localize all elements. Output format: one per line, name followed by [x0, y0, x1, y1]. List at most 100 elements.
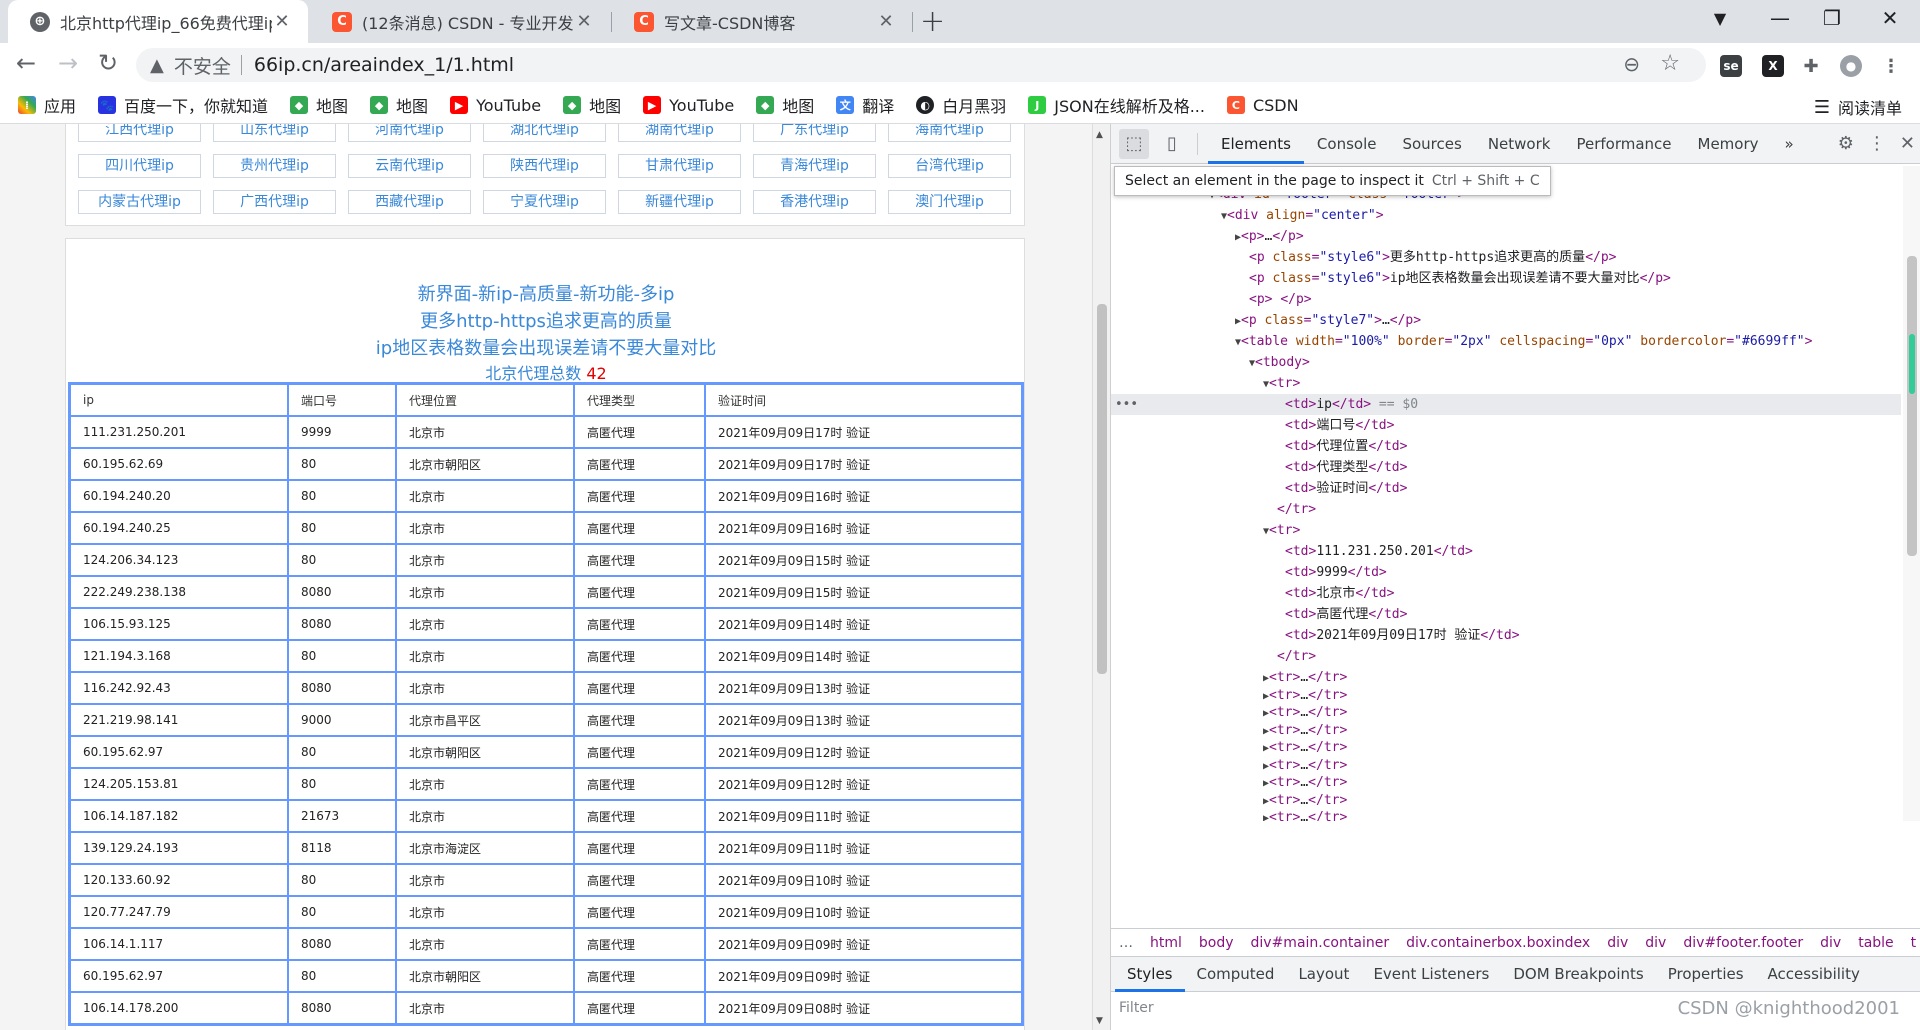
scrollbar-thumb[interactable]	[1907, 256, 1917, 556]
subtab-computed[interactable]: Computed	[1185, 956, 1287, 992]
dom-node[interactable]: ▼<div align="center">	[1111, 205, 1901, 226]
address-bar[interactable]: ▲ 不安全 66ip.cn/areaindex_1/1.html ⊖ ☆	[136, 48, 1706, 82]
scroll-up-icon[interactable]: ▲	[1096, 130, 1103, 140]
scroll-down-icon[interactable]: ▼	[1096, 1016, 1103, 1026]
dom-node[interactable]: <td>验证时间</td>	[1111, 478, 1901, 499]
dom-node[interactable]: <p class="style6">更多http-https追求更高的质量</p…	[1111, 247, 1901, 268]
tab-csdn-write[interactable]: C 写文章-CSDN博客 ✕	[612, 0, 912, 43]
area-link[interactable]: 河南代理ip	[348, 124, 471, 142]
breadcrumb-item[interactable]: html	[1150, 935, 1182, 951]
bookmark-star-icon[interactable]: ☆	[1660, 51, 1680, 76]
dom-node[interactable]: <td>北京市</td>	[1111, 583, 1901, 604]
dom-tree[interactable]: ▼<div id="footer" class="footer"> ▼<div …	[1111, 166, 1901, 821]
subtab-styles[interactable]: Styles	[1115, 956, 1185, 992]
area-link[interactable]: 甘肃代理ip	[618, 154, 741, 178]
area-link[interactable]: 台湾代理ip	[888, 154, 1011, 178]
dom-node[interactable]: <td>111.231.250.201</td>	[1111, 541, 1901, 562]
gear-icon[interactable]: ⚙	[1838, 133, 1854, 154]
area-link[interactable]: 香港代理ip	[753, 190, 876, 214]
dom-node-selected[interactable]: ••• <td>ip</td> == $0	[1111, 394, 1901, 415]
breadcrumb-item[interactable]: div	[1607, 935, 1628, 951]
tab-memory[interactable]: Memory	[1685, 124, 1772, 164]
warning-icon[interactable]: ▲	[150, 55, 164, 76]
dom-node[interactable]: <td>代理类型</td>	[1111, 457, 1901, 478]
area-link[interactable]: 广西代理ip	[213, 190, 336, 214]
dom-node[interactable]: <p class="style6">ip地区表格数量会出现误差请不要大量对比</…	[1111, 268, 1901, 289]
dom-scrollbar[interactable]	[1903, 166, 1920, 821]
breadcrumb-item[interactable]: div#main.container	[1251, 935, 1390, 951]
dom-node[interactable]: <td>端口号</td>	[1111, 415, 1901, 436]
close-icon[interactable]: ✕	[272, 11, 292, 32]
new-tab-button[interactable]: +	[920, 4, 945, 39]
area-link[interactable]: 湖北代理ip	[483, 124, 606, 142]
bookmark-apps[interactable]: ⁞ 应用	[18, 93, 76, 117]
dom-node[interactable]: </tr>	[1111, 499, 1901, 520]
extension-icon[interactable]: se	[1720, 55, 1742, 77]
reading-list-button[interactable]: ☰ 阅读清单	[1814, 95, 1902, 119]
scrollbar-thumb[interactable]	[1097, 304, 1107, 674]
bookmark-csdn[interactable]: C CSDN	[1226, 96, 1299, 115]
dom-node[interactable]: ▼<table width="100%" border="2px" cellsp…	[1111, 331, 1901, 352]
close-icon[interactable]: ✕	[574, 11, 594, 32]
area-link[interactable]: 贵州代理ip	[213, 154, 336, 178]
dom-node[interactable]: ▼<tr>	[1111, 520, 1901, 541]
bookmark-baiyueheiyu[interactable]: ◐ 白月黑羽	[916, 93, 1006, 117]
tab-sources[interactable]: Sources	[1389, 124, 1474, 164]
close-icon[interactable]: ✕	[1900, 133, 1915, 154]
area-link[interactable]: 山东代理ip	[213, 124, 336, 142]
bookmark-maps[interactable]: ◆ 地图	[756, 93, 814, 117]
dom-node-collapsed[interactable]: ▶<tr>…</tr>	[1111, 807, 1901, 821]
puzzle-icon[interactable]: ✚	[1800, 55, 1822, 77]
tab-search-icon[interactable]: ▼	[1700, 9, 1740, 28]
page-scrollbar[interactable]: ▲ ▼	[1092, 124, 1110, 1030]
back-button[interactable]: ←	[8, 49, 44, 77]
breadcrumb-item[interactable]: …	[1119, 935, 1133, 951]
breadcrumb-item[interactable]: table	[1858, 935, 1893, 951]
bookmark-maps[interactable]: ◆ 地图	[290, 93, 348, 117]
close-icon[interactable]: ✕	[876, 11, 896, 32]
area-link[interactable]: 宁夏代理ip	[483, 190, 606, 214]
breadcrumb-item[interactable]: div	[1645, 935, 1666, 951]
dom-node[interactable]: ▶<p>…</p>	[1111, 226, 1901, 247]
dom-node[interactable]: ▼<tr>	[1111, 373, 1901, 394]
tab-66ip[interactable]: ⊕ 北京http代理ip_66免费代理ip提 ✕	[8, 0, 308, 43]
page-viewport[interactable]: 江西代理ip 山东代理ip 河南代理ip 湖北代理ip 湖南代理ip 广东代理ip 海南代理…	[0, 124, 1110, 1030]
excel-extension-icon[interactable]: X	[1762, 55, 1784, 77]
dom-node[interactable]: <p> </p>	[1111, 289, 1901, 310]
subtab-layout[interactable]: Layout	[1286, 956, 1361, 992]
reload-button[interactable]: ↻	[90, 49, 126, 77]
dom-node[interactable]: ▼<tbody>	[1111, 352, 1901, 373]
tab-performance[interactable]: Performance	[1563, 124, 1684, 164]
area-link[interactable]: 西藏代理ip	[348, 190, 471, 214]
subtab-properties[interactable]: Properties	[1656, 956, 1756, 992]
breadcrumb-item[interactable]: t	[1911, 935, 1917, 951]
tab-elements[interactable]: Elements	[1208, 124, 1304, 164]
forward-button[interactable]: →	[50, 49, 86, 77]
kebab-menu-icon[interactable]: ⋮	[1868, 133, 1886, 154]
area-link[interactable]: 青海代理ip	[753, 154, 876, 178]
area-link[interactable]: 湖南代理ip	[618, 124, 741, 142]
area-link[interactable]: 四川代理ip	[78, 154, 201, 178]
area-link[interactable]: 云南代理ip	[348, 154, 471, 178]
inspect-element-icon[interactable]: ⬚	[1119, 128, 1149, 159]
breadcrumb-item[interactable]: body	[1199, 935, 1234, 951]
area-link[interactable]: 陕西代理ip	[483, 154, 606, 178]
bookmark-baidu[interactable]: 🐾 百度一下，你就知道	[98, 93, 268, 117]
dom-node[interactable]: </tr>	[1111, 646, 1901, 667]
tab-csdn-messages[interactable]: C (12条消息) CSDN - 专业开发者社 ✕	[310, 0, 610, 43]
area-link[interactable]: 澳门代理ip	[888, 190, 1011, 214]
bookmark-maps[interactable]: ◆ 地图	[563, 93, 621, 117]
bookmark-youtube[interactable]: ▶ YouTube	[643, 96, 734, 115]
bookmark-translate[interactable]: 文翻译	[836, 93, 894, 117]
subtab-dom-breakpoints[interactable]: DOM Breakpoints	[1501, 956, 1655, 992]
device-toolbar-icon[interactable]: ▯	[1157, 129, 1187, 159]
menu-icon[interactable]: ⋮	[1880, 55, 1902, 77]
dom-node[interactable]: <td>2021年09月09日17时 验证</td>	[1111, 625, 1901, 646]
avatar[interactable]: ●	[1840, 55, 1862, 77]
more-tabs-button[interactable]: »	[1772, 124, 1807, 164]
security-label[interactable]: 不安全	[174, 52, 231, 79]
bookmark-json[interactable]: J JSON在线解析及格...	[1028, 93, 1205, 117]
area-link[interactable]: 广东代理ip	[753, 124, 876, 142]
tab-console[interactable]: Console	[1304, 124, 1390, 164]
bookmark-youtube[interactable]: ▶ YouTube	[450, 96, 541, 115]
